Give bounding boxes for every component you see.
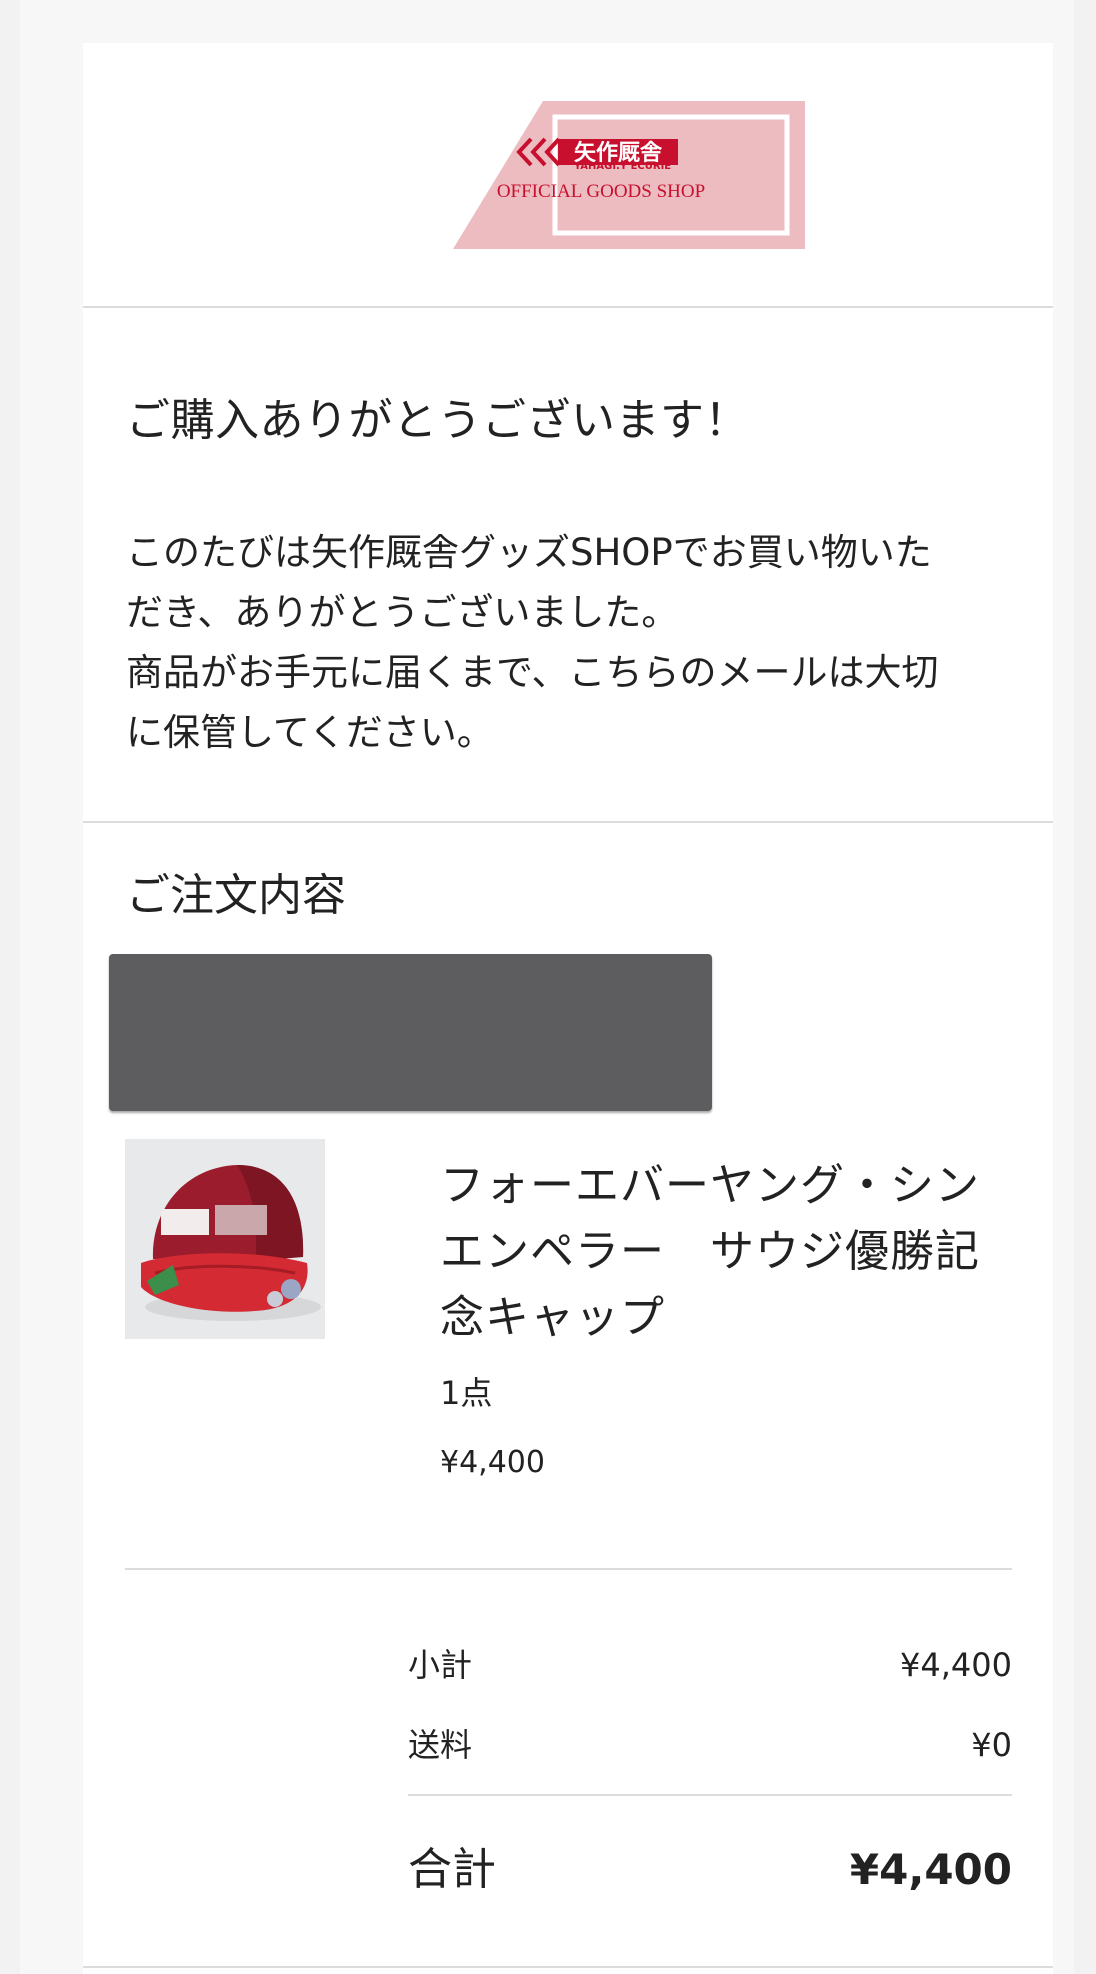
redacted-block <box>109 954 712 1111</box>
item-divider <box>125 1568 1012 1570</box>
subtotal-label: 小計 <box>408 1646 473 1684</box>
shipping-row: 送料 ¥0 <box>408 1725 1012 1765</box>
thanks-line: 商品がお手元に届くまで、こちらのメールは大切 <box>126 651 939 694</box>
product-price: ¥4,400 <box>440 1445 545 1480</box>
logo-brand-en: YAHAGI.Y ECURIE <box>573 161 671 172</box>
thanks-message: このたびは矢作厩舎グッズSHOPでお買い物いた だき、ありがとうございました。 … <box>126 523 1006 763</box>
total-value: ¥4,400 <box>849 1845 1012 1894</box>
total-label: 合計 <box>408 1844 496 1895</box>
product-quantity: 1点 <box>440 1374 493 1412</box>
summary-divider <box>408 1794 1012 1796</box>
subtotal-row: 小計 ¥4,400 <box>408 1645 1012 1685</box>
email-viewport: 矢作厩舎 YAHAGI.Y ECURIE OFFICIAL GOODS SHOP… <box>20 0 1074 1974</box>
subtotal-value: ¥4,400 <box>900 1646 1012 1684</box>
logo-shop-name: OFFICIAL GOODS SHOP <box>497 181 705 202</box>
email-card: 矢作厩舎 YAHAGI.Y ECURIE OFFICIAL GOODS SHOP… <box>83 43 1053 1974</box>
total-row: 合計 ¥4,400 <box>408 1842 1012 1898</box>
product-thumbnail[interactable] <box>125 1139 325 1339</box>
shipping-value: ¥0 <box>971 1726 1012 1764</box>
thanks-title: ご購入ありがとうございます！ <box>126 395 749 446</box>
order-heading: ご注文内容 <box>126 870 346 921</box>
shipping-label: 送料 <box>408 1726 473 1764</box>
thanks-divider <box>83 821 1053 823</box>
header-divider <box>83 306 1053 308</box>
thanks-line: に保管してください。 <box>126 711 494 754</box>
product-name-line: 念キャップ <box>440 1292 665 1343</box>
shop-logo[interactable]: 矢作厩舎 YAHAGI.Y ECURIE OFFICIAL GOODS SHOP <box>453 101 805 249</box>
product-name-line: エンペラー サウジ優勝記 <box>440 1226 980 1277</box>
thanks-line: このたびは矢作厩舎グッズSHOPでお買い物いた <box>126 531 932 574</box>
product-name-line: フォーエバーヤング・シン <box>440 1160 980 1211</box>
thanks-line: だき、ありがとうございました。 <box>126 591 679 634</box>
product-name[interactable]: フォーエバーヤング・シン エンペラー サウジ優勝記 念キャップ <box>440 1153 1000 1351</box>
red-cap-icon <box>125 1139 325 1339</box>
bottom-divider <box>83 1966 1053 1968</box>
